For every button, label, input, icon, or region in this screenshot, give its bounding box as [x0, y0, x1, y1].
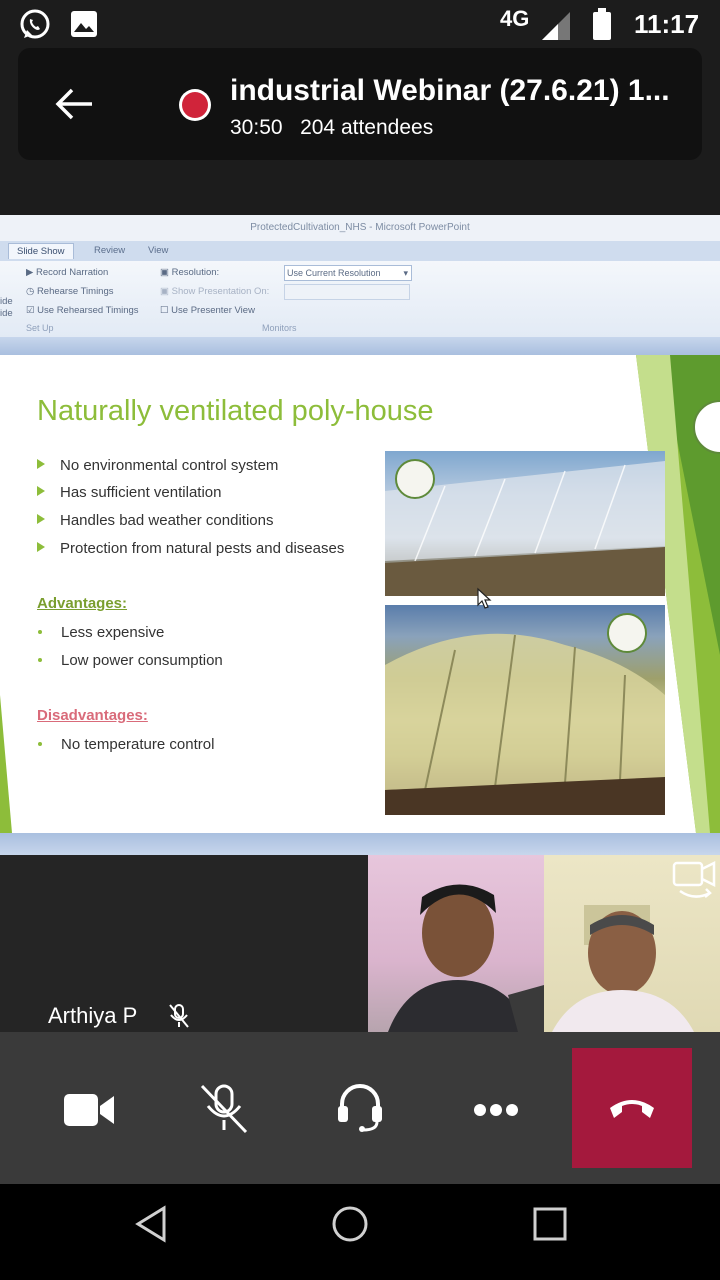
tab-view[interactable]: View: [140, 243, 176, 258]
clock: 11:17: [634, 9, 700, 39]
meeting-title: industrial Webinar (27.6.21) 1...: [230, 74, 670, 107]
rehearse-timings-button[interactable]: ◷ Rehearse Timings: [26, 286, 114, 297]
attendee-count: 204 attendees: [300, 116, 434, 139]
slide-area-top: [0, 337, 720, 355]
back-arrow-icon[interactable]: [54, 84, 94, 124]
participant-video-2[interactable]: [544, 855, 720, 1032]
home-nav-icon[interactable]: [330, 1204, 370, 1244]
nhs-logo-2: [607, 613, 647, 653]
participant-tile[interactable]: Arthiya P: [0, 855, 368, 1032]
recents-nav-icon[interactable]: [532, 1206, 568, 1242]
slide: Naturally ventilated poly-house No envir…: [0, 355, 720, 833]
participant-name: Arthiya P: [48, 1003, 138, 1028]
mic-off-icon: [169, 1004, 189, 1028]
hang-up-button[interactable]: [572, 1048, 692, 1168]
slide-heading: Naturally ventilated poly-house: [37, 395, 434, 427]
ribbon-cut-label-2: ide: [0, 308, 13, 319]
use-rehearsed-timings-checkbox[interactable]: ☑ Use Rehearsed Timings: [26, 305, 139, 316]
recording-indicator: [182, 92, 208, 118]
group-setup-label: Set Up: [26, 323, 54, 333]
participant-video-1[interactable]: [368, 855, 544, 1032]
polyhouse-photo-1: [385, 451, 665, 596]
bullet-item: No environmental control system: [37, 457, 278, 474]
tab-review[interactable]: Review: [86, 243, 133, 258]
meeting-info: 30:50 204 attendees: [230, 116, 433, 140]
call-controls: [0, 1032, 720, 1184]
slide-area-bottom: [0, 833, 720, 855]
signal-icon: [542, 12, 570, 40]
record-narration-button[interactable]: ▶ Record Narration: [26, 267, 108, 278]
status-bar: 4G 11:17: [0, 0, 720, 48]
mute-microphone-icon[interactable]: [196, 1080, 252, 1136]
nhs-logo-1: [395, 459, 435, 499]
more-options-icon[interactable]: [468, 1088, 524, 1132]
ribbon-tabs: Slide Show Review View: [0, 241, 720, 261]
advantage-item: Low power consumption: [37, 652, 223, 669]
ribbon-cut-label-1: ide: [0, 296, 13, 307]
hang-up-icon: [610, 1100, 654, 1118]
show-on-select[interactable]: [284, 284, 410, 300]
polyhouse-photo-2: [385, 605, 665, 815]
show-on-label: ▣ Show Presentation On:: [160, 286, 270, 297]
resolution-select[interactable]: Use Current Resolution ▾: [284, 265, 412, 281]
slide-decor-left: [0, 695, 12, 833]
bullet-item: Has sufficient ventilation: [37, 484, 221, 501]
bullet-item: Protection from natural pests and diseas…: [37, 540, 344, 557]
advantages-heading: Advantages:: [37, 595, 128, 612]
mouse-cursor-icon: [477, 587, 492, 609]
switch-camera-icon[interactable]: [670, 857, 718, 905]
presenter-view-checkbox[interactable]: ☐ Use Presenter View: [160, 305, 255, 316]
call-header: industrial Webinar (27.6.21) 1... 30:50 …: [18, 48, 702, 160]
back-nav-icon[interactable]: [132, 1204, 172, 1244]
gallery-icon: [71, 11, 97, 37]
resolution-label: ▣ Resolution:: [160, 267, 220, 278]
whatsapp-icon: [20, 9, 50, 39]
group-monitors-label: Monitors: [262, 323, 297, 333]
network-type: 4G: [500, 6, 530, 31]
advantage-item: Less expensive: [37, 624, 164, 641]
shared-screen: ProtectedCultivation_NHS - Microsoft Pow…: [0, 215, 720, 855]
ppt-window-title: ProtectedCultivation_NHS - Microsoft Pow…: [0, 215, 720, 241]
disadvantage-item: No temperature control: [37, 736, 214, 753]
bullet-item: Handles bad weather conditions: [37, 512, 273, 529]
video-camera-icon[interactable]: [62, 1088, 118, 1132]
system-nav-bar: [0, 1184, 720, 1280]
tab-slide-show[interactable]: Slide Show: [8, 243, 74, 259]
call-duration: 30:50: [230, 116, 283, 139]
headset-icon[interactable]: [332, 1082, 388, 1132]
disadvantages-heading: Disadvantages:: [37, 707, 148, 724]
battery-icon: [593, 8, 611, 40]
